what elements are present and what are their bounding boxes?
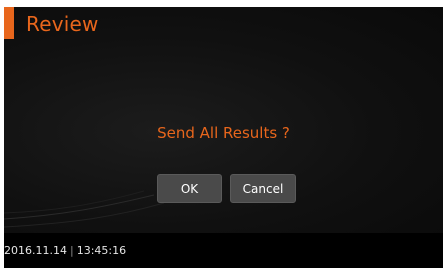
date-text: 2016.11.14	[4, 244, 67, 257]
confirm-message: Send All Results ?	[157, 124, 290, 142]
background-wave	[4, 190, 165, 228]
page-title: Review	[26, 12, 99, 36]
ok-button[interactable]: OK	[157, 174, 222, 203]
title-accent-bar	[4, 7, 14, 39]
status-bar: 2016.11.14 | 13:45:16	[4, 233, 443, 268]
timestamp: 2016.11.14 | 13:45:16	[4, 243, 126, 259]
timestamp-separator: |	[69, 244, 74, 257]
main-area: Review Send All Results ? OK Cancel	[4, 7, 443, 233]
time-text: 13:45:16	[76, 244, 127, 257]
device-screen: Review Send All Results ? OK Cancel 2016…	[4, 7, 443, 268]
cancel-button[interactable]: Cancel	[230, 174, 296, 203]
